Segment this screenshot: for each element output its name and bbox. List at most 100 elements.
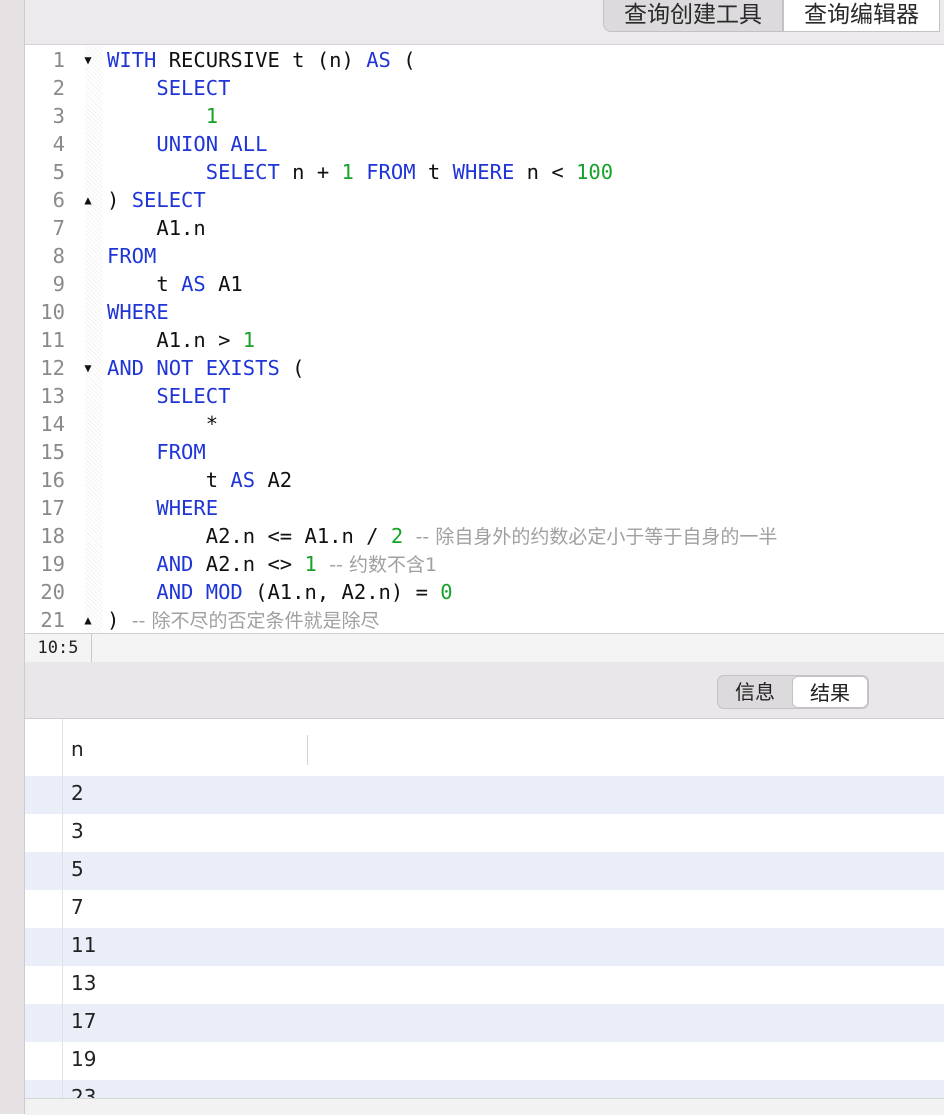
sql-comment: -- 除自身外的约数必定小于等于自身的一半 [415,526,778,548]
sql-keyword: SELECT [156,384,231,408]
code-line[interactable]: 13 SELECT [25,382,944,410]
sql-number: 1 [205,104,219,128]
tab-query-builder[interactable]: 查询创建工具 [603,0,783,32]
cursor-position: 10:5 [25,634,92,662]
fold-close-icon[interactable]: ▲ [81,606,95,633]
line-number: 12 [40,356,65,380]
sql-keyword: AND [156,552,194,576]
code-line[interactable]: 18 A2.n <= A1.n / 2 -- 除自身外的约数必定小于等于自身的一… [25,522,944,550]
code-line[interactable]: 6 ▲) SELECT [25,186,944,214]
table-row[interactable]: 7 [63,890,944,928]
sql-text: ( [279,356,305,380]
table-row[interactable]: 3 [63,814,944,852]
code-line[interactable]: 16 t AS A2 [25,466,944,494]
table-cell-n[interactable]: 13 [71,971,96,995]
sql-keyword: SELECT [205,160,280,184]
line-number: 13 [40,384,65,408]
sql-text: n < [514,160,577,184]
row-header-cell[interactable] [25,814,62,852]
row-header-cell[interactable] [25,966,62,1004]
code-text: FROM [107,438,206,466]
sql-keyword: AS [230,468,256,492]
row-header-cell[interactable] [25,852,62,890]
code-line[interactable]: 5 SELECT n + 1 FROM t WHERE n < 100 [25,158,944,186]
sql-keyword: UNION ALL [156,132,268,156]
code-line[interactable]: 10 WHERE [25,298,944,326]
results-tab-switcher: 信息 结果 [717,675,869,709]
code-line[interactable]: 1 ▼ WITH RECURSIVE t (n) AS ( [25,46,944,74]
fold-close-icon[interactable]: ▲ [81,186,95,214]
code-line[interactable]: 20 AND MOD (A1.n, A2.n) = 0 [25,578,944,606]
code-line[interactable]: 12 ▼ AND NOT EXISTS ( [25,354,944,382]
sql-comment: -- 约数不含1 [329,554,438,576]
table-row[interactable]: 2 [63,776,944,814]
sql-number: 1 [304,552,317,576]
row-header-cell[interactable] [25,776,62,814]
line-number: 9 [52,272,65,296]
code-line[interactable]: 11 A1.n > 1 [25,326,944,354]
code-line[interactable]: 7 A1.n [25,214,944,242]
table-row[interactable]: 11 [63,928,944,966]
sql-keyword: SELECT [156,76,231,100]
tab-query-editor[interactable]: 查询编辑器 [783,0,940,32]
code-line[interactable]: 3 1 [25,102,944,130]
table-cell-n[interactable]: 17 [71,1009,96,1033]
table-cell-n[interactable]: 11 [71,933,96,957]
fold-open-icon[interactable]: ▼ [81,354,95,382]
sql-number: 1 [242,328,256,352]
row-header-cell[interactable] [25,1042,62,1080]
table-cell-n[interactable]: 3 [71,819,84,843]
line-number: 20 [40,580,65,604]
code-text: WITH RECURSIVE t (n) AS ( [107,46,416,74]
code-line[interactable]: 8 FROM [25,242,944,270]
sql-keyword: WHERE [107,300,169,324]
fold-open-icon[interactable]: ▼ [81,46,95,74]
code-line[interactable]: 2 SELECT [25,74,944,102]
table-cell-n[interactable]: 5 [71,857,84,881]
editor-status-bar: 10:5 [25,633,944,663]
tab-info[interactable]: 信息 [718,676,792,708]
line-number: 2 [52,76,65,100]
tab-results[interactable]: 结果 [792,676,868,708]
sql-number: 100 [576,160,614,184]
row-header-cell[interactable] [25,1004,62,1042]
line-number: 17 [40,496,65,520]
sql-number: 2 [390,524,404,548]
sql-keyword: SELECT [131,188,206,212]
code-line[interactable]: 15 FROM [25,438,944,466]
line-number: 4 [52,132,65,156]
code-line[interactable]: 4 UNION ALL [25,130,944,158]
line-number: 3 [52,104,65,128]
sql-keyword: FROM [156,440,206,464]
line-number: 7 [52,216,65,240]
code-text: A1.n > 1 [107,326,255,354]
code-line[interactable]: 9 t AS A1 [25,270,944,298]
table-cell-n[interactable]: 2 [71,781,84,805]
code-line[interactable]: 17 WHERE [25,494,944,522]
table-row[interactable]: 17 [63,1004,944,1042]
code-text: UNION ALL [107,130,267,158]
results-header: 信息 结果 [25,662,944,719]
sql-editor[interactable]: 1 ▼ WITH RECURSIVE t (n) AS (2 SELECT 3 14 … [25,45,944,633]
code-text: SELECT n + 1 FROM t WHERE n < 100 [107,158,613,186]
table-row[interactable]: 13 [63,966,944,1004]
table-cell-n[interactable]: 19 [71,1047,96,1071]
row-header-cell[interactable] [25,928,62,966]
table-cell-n[interactable]: 7 [71,895,84,919]
sql-text: n + [279,160,342,184]
code-line[interactable]: 19 AND A2.n <> 1 -- 约数不含1 [25,550,944,578]
sql-keyword: WHERE [156,496,219,520]
code-text: WHERE [107,494,218,522]
code-line[interactable]: 14 * [25,410,944,438]
column-divider[interactable] [307,735,308,765]
table-row[interactable]: 5 [63,852,944,890]
line-number: 19 [40,552,65,576]
code-line[interactable]: 21 ▲) -- 除不尽的否定条件就是除尽 [25,606,944,633]
row-header-cell[interactable] [25,890,62,928]
table-row[interactable]: 19 [63,1042,944,1080]
results-grid[interactable]: n 2 3 5 7 11 13 17 19 23 [25,719,944,1114]
column-header-n[interactable]: n [71,737,84,761]
line-number: 6 [52,188,65,212]
